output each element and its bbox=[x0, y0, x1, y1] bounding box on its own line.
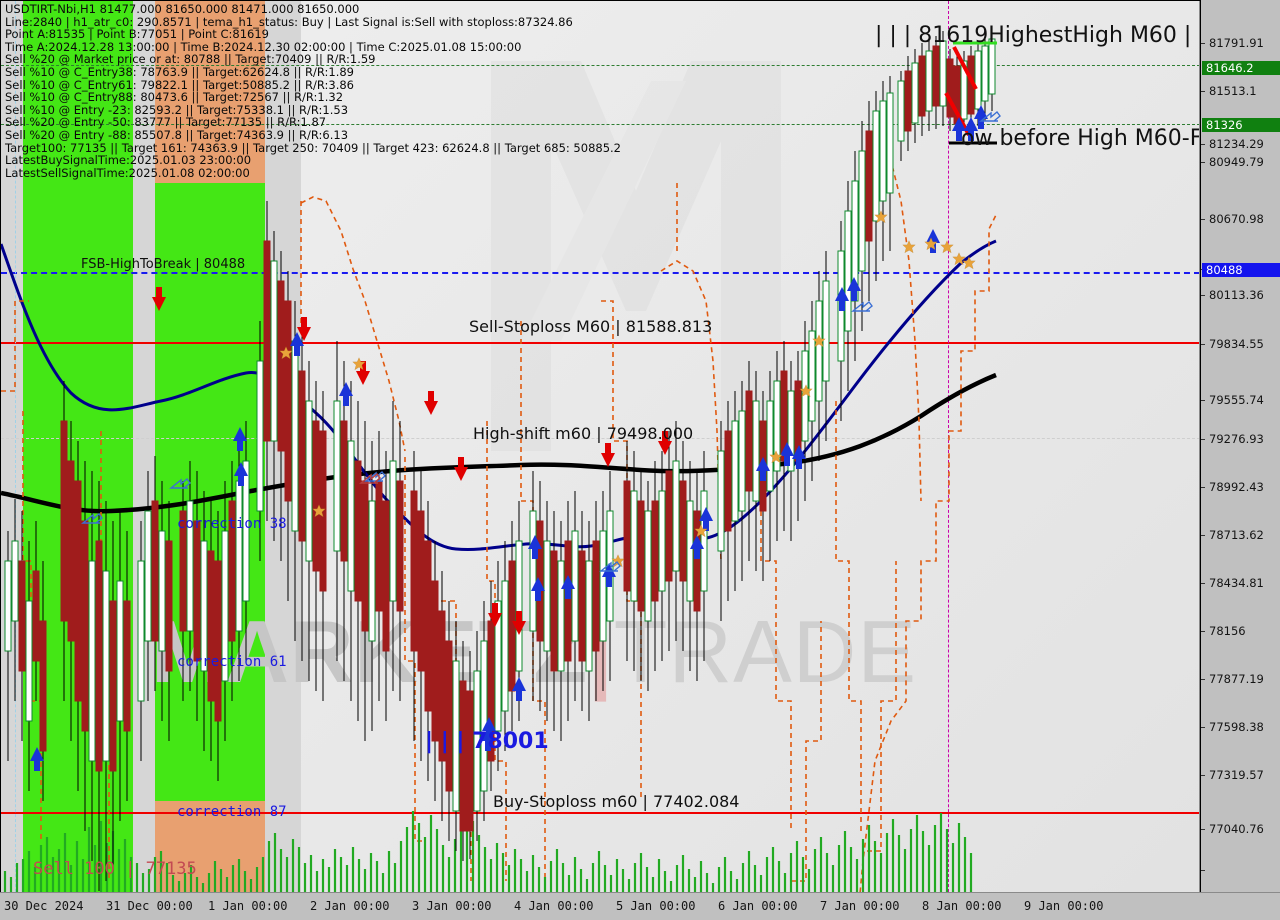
annotation-sell-100: Sell 100 | 77135 bbox=[33, 859, 197, 879]
trading-chart-window: MARKETZ|TRADE | | | 81619HighestHigh M60… bbox=[0, 0, 1280, 920]
annotation-low-marker: | | | 78001 bbox=[425, 729, 549, 754]
time-tick: 31 Dec 00:00 bbox=[106, 899, 193, 913]
price-badge-break: 80488 bbox=[1202, 263, 1280, 277]
price-tick: 80670.98 bbox=[1201, 212, 1264, 226]
time-tick: 3 Jan 00:00 bbox=[412, 899, 492, 913]
price-tick: 79555.74 bbox=[1201, 393, 1264, 407]
price-scale[interactable]: 81791.91 81646.2 81513.1 81326 81234.29 … bbox=[1200, 0, 1280, 892]
price-tick: 78156 bbox=[1201, 624, 1246, 638]
price-tick: 81513.1 bbox=[1201, 84, 1257, 98]
annotation-correction-87: correction 87 bbox=[177, 804, 287, 820]
price-tick: 78713.62 bbox=[1201, 528, 1264, 542]
header-line-5: Sell %10 @ C_Entry38: 78763.9 || Target:… bbox=[5, 64, 354, 79]
price-badge-level: 81326 bbox=[1202, 118, 1280, 132]
price-tick: 77598.38 bbox=[1201, 720, 1264, 734]
time-tick: 9 Jan 00:00 bbox=[1024, 899, 1104, 913]
header-line-7: Sell %10 @ C_Entry88: 80473.6 || Target:… bbox=[5, 90, 344, 105]
chart-plot-area[interactable]: MARKETZ|TRADE | | | 81619HighestHigh M60… bbox=[0, 0, 1200, 892]
annotation-highest-high: | | | 81619HighestHigh M60 | 81785 bbox=[875, 23, 1200, 48]
header-line-13: LatestSellSignalTime:2025.01.08 02:00:00 bbox=[5, 165, 250, 180]
header-line-0: USDTIRT-Nbi,H1 81477.000 81650.000 81471… bbox=[5, 2, 360, 16]
price-tick: 81234.29 bbox=[1201, 137, 1264, 151]
annotation-buy-stoploss: Buy-Stoploss m60 | 77402.084 bbox=[493, 792, 740, 811]
price-tick: 80949.79 bbox=[1201, 155, 1264, 169]
price-tick: 77319.57 bbox=[1201, 768, 1264, 782]
price-tick: 80113.36 bbox=[1201, 288, 1264, 302]
price-tick: 78992.43 bbox=[1201, 480, 1264, 494]
annotation-high-shift: High-shift m60 | 79498.000 bbox=[473, 424, 694, 443]
time-tick: 2 Jan 00:00 bbox=[310, 899, 390, 913]
header-line-10: Sell %20 @ Entry -88: 85507.8 || Target:… bbox=[5, 127, 349, 142]
price-badge-ask: 81646.2 bbox=[1202, 61, 1280, 75]
time-tick: 1 Jan 00:00 bbox=[208, 899, 288, 913]
time-tick: 7 Jan 00:00 bbox=[820, 899, 900, 913]
chart-info-header: USDTIRT-Nbi,H1 81477.000 81650.000 81471… bbox=[5, 3, 621, 179]
time-tick: 8 Jan 00:00 bbox=[922, 899, 1002, 913]
annotation-low-before-high: ow before High M60-Fresh | 81 bbox=[961, 126, 1200, 151]
time-tick: 30 Dec 2024 bbox=[4, 899, 84, 913]
time-tick: 6 Jan 00:00 bbox=[718, 899, 798, 913]
header-line-2: Point A:81535 | Point B:77051 | Point C:… bbox=[5, 27, 269, 42]
price-tick: 79834.55 bbox=[1201, 337, 1264, 351]
annotation-correction-38: correction 38 bbox=[177, 516, 287, 532]
time-tick: 5 Jan 00:00 bbox=[616, 899, 696, 913]
price-tick: 78434.81 bbox=[1201, 576, 1264, 590]
price-tick: 77040.76 bbox=[1201, 822, 1264, 836]
annotation-correction-61: correction 61 bbox=[177, 654, 287, 670]
price-tick: 77877.19 bbox=[1201, 672, 1264, 686]
price-tick: 79276.93 bbox=[1201, 432, 1264, 446]
time-tick: 4 Jan 00:00 bbox=[514, 899, 594, 913]
header-line-12: LatestBuySignalTime:2025.01.03 23:00:00 bbox=[5, 153, 252, 168]
time-scale[interactable]: 30 Dec 2024 31 Dec 00:00 1 Jan 00:00 2 J… bbox=[0, 892, 1280, 920]
annotation-fsb-high-to-break: FSB-HighToBreak | 80488 bbox=[81, 257, 246, 272]
annotation-sell-stoploss: Sell-Stoploss M60 | 81588.813 bbox=[469, 317, 713, 336]
price-tick: 81791.91 bbox=[1201, 36, 1264, 50]
